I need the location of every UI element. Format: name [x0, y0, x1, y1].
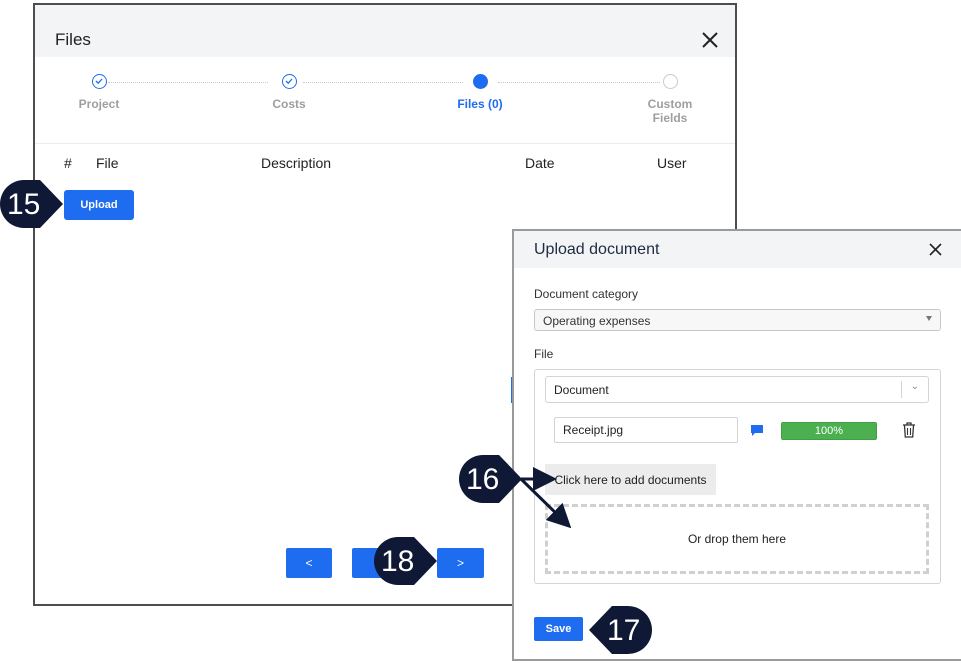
stepper: Project Costs Files (0) Custom Fields [35, 67, 735, 147]
pending-step-icon [662, 74, 678, 89]
document-category-value: Operating expenses [543, 314, 651, 328]
select-separator [901, 381, 902, 398]
column-header-file: File [96, 155, 119, 171]
trash-icon[interactable] [902, 422, 916, 438]
column-header-description: Description [261, 155, 332, 171]
upload-dialog-title: Upload document [534, 241, 660, 258]
callout-number: 15 [7, 188, 41, 221]
step-label: Custom Fields [647, 97, 693, 125]
step-custom-fields[interactable]: Custom Fields [615, 67, 725, 125]
file-name-field[interactable] [554, 417, 738, 443]
drop-zone[interactable]: Or drop them here [545, 504, 929, 574]
column-header-index: # [64, 155, 72, 171]
chevron-down-icon: ⌄ [910, 381, 919, 392]
drop-zone-text: Or drop them here [687, 532, 787, 546]
check-circle-icon [281, 74, 297, 89]
callout-marker-15: 15 [0, 180, 65, 228]
check-circle-icon [91, 74, 107, 89]
active-step-icon [472, 74, 488, 89]
add-documents-button[interactable]: Click here to add documents [545, 464, 716, 495]
close-icon[interactable] [929, 243, 942, 256]
document-category-label: Document category [534, 287, 639, 301]
step-label: Project [78, 97, 120, 111]
files-dialog-title: Files [55, 30, 91, 49]
close-icon[interactable] [701, 31, 719, 49]
callout-number: 18 [381, 545, 415, 578]
comment-icon[interactable] [750, 424, 764, 438]
file-label: File [534, 347, 554, 361]
callout-marker-18: 18 [374, 537, 439, 585]
document-type-value: Document [554, 383, 609, 397]
column-header-user: User [657, 155, 687, 171]
callout-number: 16 [466, 463, 500, 496]
step-label: Files (0) [457, 97, 503, 111]
upload-progress-bar: 100% [781, 422, 877, 440]
save-button[interactable]: Save [534, 617, 583, 641]
callout-marker-17: 17 [587, 606, 652, 654]
document-type-select[interactable]: Document ⌄ [545, 376, 929, 403]
callout-number: 17 [607, 614, 641, 647]
document-category-select[interactable]: Operating expenses [534, 309, 941, 331]
upload-button[interactable]: Upload [64, 190, 134, 220]
upload-document-dialog: Upload document Document category Operat… [512, 229, 961, 661]
step-files[interactable]: Files (0) [425, 67, 535, 111]
caret-down-icon [926, 316, 932, 321]
file-panel: Document ⌄ 100% Click here to add docume… [534, 369, 941, 584]
upload-progress-text: 100% [814, 425, 844, 437]
files-dialog-header: Files [35, 5, 735, 57]
column-header-date: Date [525, 155, 555, 171]
divider [35, 143, 735, 144]
previous-button[interactable]: < [286, 548, 332, 578]
step-label: Costs [272, 97, 306, 111]
step-costs[interactable]: Costs [234, 67, 344, 111]
upload-dialog-header: Upload document [514, 231, 961, 268]
step-project[interactable]: Project [44, 67, 154, 111]
next-button[interactable]: > [437, 548, 484, 578]
callout-marker-16: 16 [459, 455, 524, 503]
